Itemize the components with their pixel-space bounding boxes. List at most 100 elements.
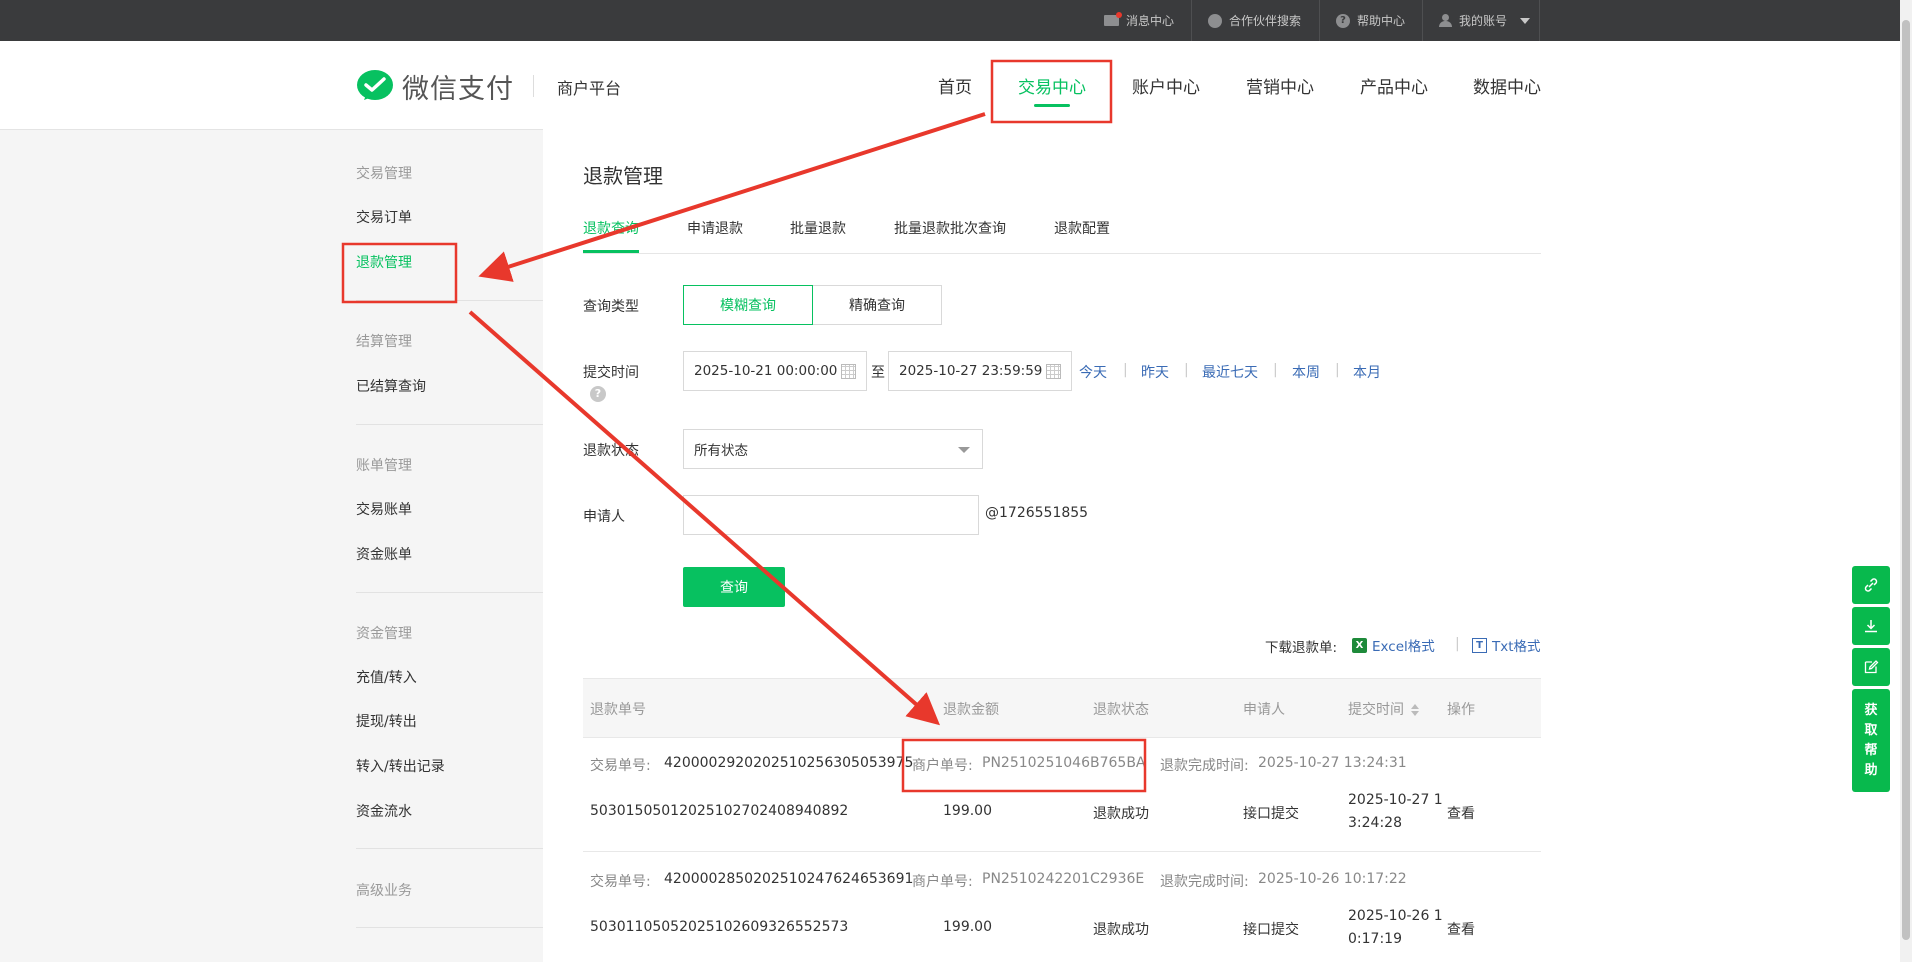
nav-account-center[interactable]: 账户中心	[1126, 41, 1206, 129]
calendar-icon	[1046, 364, 1061, 379]
nav-account-center-label: 账户中心	[1132, 77, 1200, 98]
sidebar-item-transfer-records[interactable]: 转入/转出记录	[356, 756, 445, 776]
sidebar-item-fund-flow[interactable]: 资金流水	[356, 801, 412, 821]
sidebar-item-trade-orders[interactable]: 交易订单	[356, 207, 412, 227]
help-icon[interactable]: ?	[590, 386, 606, 402]
scrollbar-thumb[interactable]	[1902, 20, 1910, 940]
txt-icon: T	[1472, 637, 1487, 653]
wechat-pay-logo[interactable]: 微信支付	[356, 67, 514, 106]
sidebar-divider	[356, 927, 543, 928]
get-help-label: 获取帮助	[1864, 702, 1878, 778]
edit-button[interactable]	[1852, 648, 1890, 686]
exact-query-option[interactable]: 精确查询	[813, 285, 942, 325]
range-yesterday[interactable]: 昨天	[1141, 362, 1169, 382]
start-time-value: 2025-10-21 00:00:00	[694, 363, 838, 379]
link-button[interactable]	[1852, 566, 1890, 604]
logo-divider	[533, 75, 534, 97]
refund-status-select[interactable]: 所有状态	[683, 429, 983, 469]
nav-marketing-center[interactable]: 营销中心	[1240, 41, 1320, 129]
sidebar-divider	[356, 424, 543, 425]
col-submit-time-label: 提交时间	[1348, 702, 1404, 718]
partner-search-link[interactable]: 合作伙伴搜索	[1208, 0, 1301, 41]
refund-status-label: 退款状态	[583, 443, 639, 459]
nav-product-center-label: 产品中心	[1360, 77, 1428, 98]
end-time-input[interactable]: 2025-10-27 23:59:59	[888, 351, 1072, 391]
active-nav-indicator	[1034, 104, 1070, 107]
range-separator: |	[1273, 362, 1278, 378]
range-today[interactable]: 今天	[1079, 362, 1107, 382]
nav-home[interactable]: 首页	[925, 41, 985, 129]
sidebar-divider	[356, 592, 543, 593]
site-header: 微信支付 商户平台 首页 交易中心 账户中心 营销中心 产品中心 数据中心	[0, 41, 1900, 130]
refund-amount: 199.00	[943, 919, 992, 935]
merchant-no-label: 商户单号:	[912, 874, 973, 890]
help-icon: ?	[1336, 13, 1350, 28]
view-link[interactable]: 查看	[1447, 803, 1475, 823]
range-this-month[interactable]: 本月	[1353, 362, 1381, 382]
tab-apply-refund[interactable]: 申请退款	[687, 218, 743, 238]
logo-text: 微信支付	[402, 74, 514, 105]
download-excel-link[interactable]: X Excel格式	[1352, 635, 1435, 655]
download-txt-link[interactable]: T Txt格式	[1472, 635, 1541, 655]
start-time-input[interactable]: 2025-10-21 00:00:00	[683, 351, 867, 391]
submit-time-line2: 0:17:19	[1348, 931, 1402, 947]
applicant-input[interactable]	[683, 495, 979, 535]
range-separator: |	[1184, 362, 1189, 378]
range-last-seven-days[interactable]: 最近七天	[1202, 362, 1258, 382]
sidebar-item-refund-management[interactable]: 退款管理	[356, 252, 412, 272]
get-help-button[interactable]: 获取帮助	[1852, 689, 1890, 792]
sidebar-item-settled-query[interactable]: 已结算查询	[356, 376, 426, 396]
query-button[interactable]: 查询	[683, 567, 785, 607]
mail-icon	[1104, 12, 1122, 26]
messages-label: 消息中心	[1126, 14, 1175, 28]
sidebar-item-withdraw[interactable]: 提现/转出	[356, 711, 417, 731]
merchant-no-value: PN2510251046B765BA	[982, 755, 1146, 771]
sidebar-item-trade-bill[interactable]: 交易账单	[356, 499, 412, 519]
nav-data-center[interactable]: 数据中心	[1467, 41, 1547, 129]
link-icon	[1864, 578, 1878, 592]
messages-link[interactable]: 消息中心	[1104, 0, 1174, 41]
refund-done-label: 退款完成时间:	[1160, 758, 1249, 774]
download-button[interactable]	[1852, 607, 1890, 645]
sidebar: 交易管理 交易订单 退款管理 结算管理 已结算查询 账单管理 交易账单 资金账单…	[356, 129, 543, 962]
sidebar-group-settlement: 结算管理	[356, 334, 412, 350]
fuzzy-query-option[interactable]: 模糊查询	[683, 285, 813, 325]
fuzzy-query-label: 模糊查询	[720, 298, 776, 314]
my-account-menu[interactable]: 我的账号	[1439, 0, 1531, 41]
range-separator: |	[1123, 362, 1128, 378]
tab-refund-query[interactable]: 退款查询	[583, 218, 639, 238]
sort-icon	[1411, 704, 1420, 716]
txn-no-link[interactable]: 4200002920202510256305053975	[664, 755, 913, 771]
edit-icon	[1864, 660, 1879, 674]
help-center-link[interactable]: ? 帮助中心	[1336, 0, 1405, 41]
page-title: 退款管理	[583, 164, 663, 188]
col-submit-time[interactable]: 提交时间	[1348, 699, 1420, 719]
tab-batch-refund[interactable]: 批量退款	[790, 218, 846, 238]
refund-applicant: 接口提交	[1243, 922, 1299, 938]
query-type-label: 查询类型	[583, 299, 639, 315]
refund-no: 50301105052025102609326552573	[590, 919, 849, 935]
excel-icon: X	[1352, 637, 1367, 653]
nav-home-label: 首页	[938, 77, 972, 98]
chevron-down-icon	[1520, 17, 1531, 24]
vertical-scrollbar[interactable]	[1900, 0, 1912, 962]
txn-no-link[interactable]: 4200002850202510247624653691	[664, 871, 913, 887]
topbar-divider	[1422, 0, 1423, 41]
sidebar-item-recharge[interactable]: 充值/转入	[356, 667, 417, 687]
sidebar-group-funds: 资金管理	[356, 626, 412, 642]
topbar-divider	[1319, 0, 1320, 41]
calendar-icon	[841, 364, 856, 379]
view-link[interactable]: 查看	[1447, 919, 1475, 939]
nav-product-center[interactable]: 产品中心	[1354, 41, 1434, 129]
nav-trade-center[interactable]: 交易中心	[1003, 41, 1101, 129]
nav-data-center-label: 数据中心	[1473, 77, 1541, 98]
tab-batch-query[interactable]: 批量退款批次查询	[894, 218, 1006, 238]
sidebar-item-fund-bill[interactable]: 资金账单	[356, 544, 412, 564]
refund-done-label: 退款完成时间:	[1160, 874, 1249, 890]
col-applicant: 申请人	[1243, 702, 1285, 718]
sidebar-divider	[356, 300, 543, 301]
range-this-week[interactable]: 本周	[1292, 362, 1320, 382]
tab-refund-config[interactable]: 退款配置	[1054, 218, 1110, 238]
nav-trade-center-label: 交易中心	[1018, 77, 1086, 98]
tabs-divider	[583, 253, 1541, 254]
